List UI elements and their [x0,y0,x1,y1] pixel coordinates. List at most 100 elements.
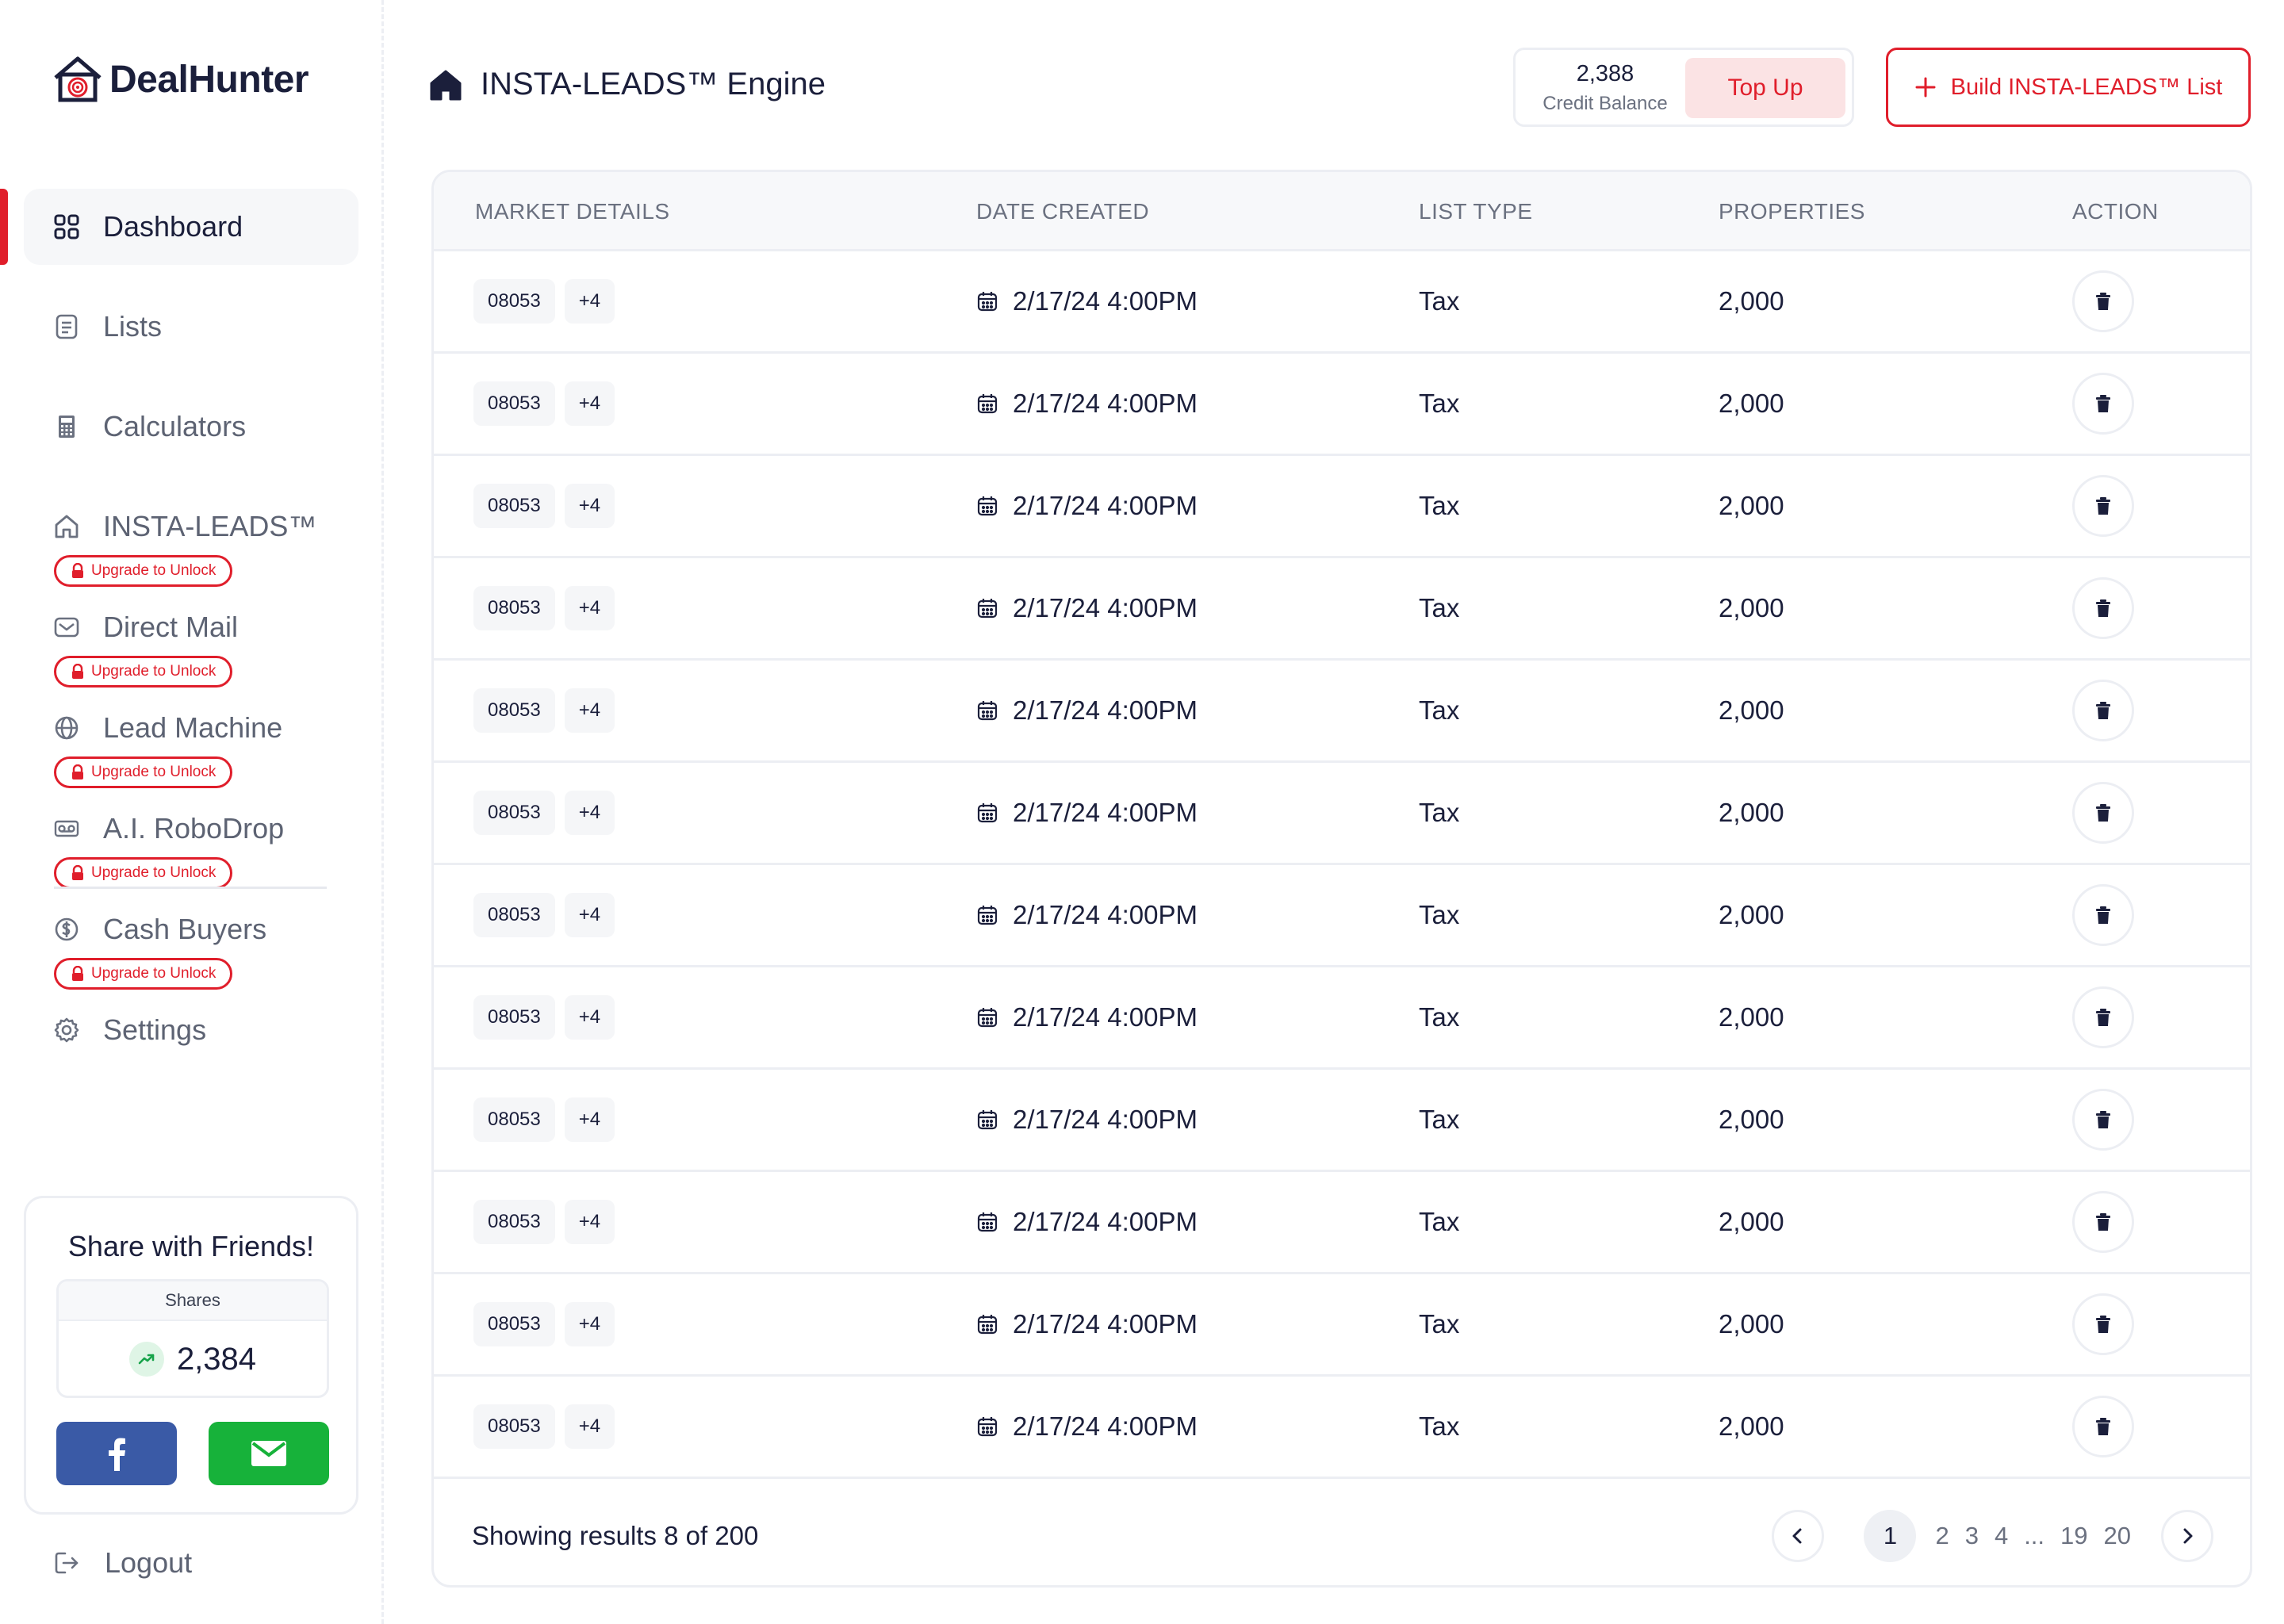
delete-button[interactable] [2072,1293,2134,1355]
upgrade-to-unlock-badge[interactable]: Upgrade to Unlock [54,555,233,587]
share-facebook-button[interactable] [56,1422,177,1485]
zip-chip[interactable]: 08053 [473,1302,555,1346]
page-20-button[interactable]: 20 [2096,1522,2139,1550]
zip-chip[interactable]: 08053 [473,381,555,426]
delete-button[interactable] [2072,986,2134,1048]
delete-button[interactable] [2072,1089,2134,1151]
list-type-cell: Tax [1419,1105,1460,1134]
more-zips-chip[interactable]: +4 [564,381,615,426]
table-row[interactable]: 08053 +4 2/17/24 4:00PM Tax 2,000 [434,661,2250,763]
sidebar-item-ai-robodrop[interactable]: A.I. RoboDrop [24,791,358,867]
sidebar-item-label: INSTA-LEADS™ [103,510,317,542]
more-zips-chip[interactable]: +4 [564,688,615,733]
column-header-properties[interactable]: PROPERTIES [1719,172,1865,251]
page-2-button[interactable]: 2 [1927,1522,1956,1550]
more-zips-chip[interactable]: +4 [564,484,615,528]
page-1-button[interactable]: 1 [1864,1510,1917,1562]
table-row[interactable]: 08053 +4 2/17/24 4:00PM Tax 2,000 [434,967,2250,1070]
date-created-text: 2/17/24 4:00PM [1013,695,1198,725]
sidebar-item-lists[interactable]: Lists [24,289,358,365]
upgrade-to-unlock-badge[interactable]: Upgrade to Unlock [54,958,233,990]
upgrade-to-unlock-badge[interactable]: Upgrade to Unlock [54,656,233,688]
table-row[interactable]: 08053 +4 2/17/24 4:00PM Tax 2,000 [434,763,2250,865]
table-row[interactable]: 08053 +4 2/17/24 4:00PM Tax 2,000 [434,1070,2250,1172]
trash-icon [2096,1111,2110,1128]
sidebar: DealHunter Dashboard Lists Calculators I… [0,0,384,1624]
more-zips-chip[interactable]: +4 [564,586,615,630]
zip-chip[interactable]: 08053 [473,1200,555,1244]
zip-chip[interactable]: 08053 [473,484,555,528]
action-cell [2072,967,2134,1067]
list-type-cell: Tax [1419,798,1460,827]
action-cell [2072,865,2134,965]
date-created-cell: 2/17/24 4:00PM [976,251,1198,351]
more-zips-chip[interactable]: +4 [564,1097,615,1142]
more-zips-chip[interactable]: +4 [564,1404,615,1449]
sidebar-item-dashboard[interactable]: Dashboard [24,189,358,265]
share-with-friends-card: Share with Friends! Shares 2,384 [24,1196,358,1515]
table-row[interactable]: 08053 +4 2/17/24 4:00PM Tax 2,000 [434,251,2250,354]
table-row[interactable]: 08053 +4 2/17/24 4:00PM Tax 2,000 [434,354,2250,456]
more-zips-chip[interactable]: +4 [564,1302,615,1346]
sidebar-item-cash-buyers[interactable]: Cash Buyers [24,891,358,967]
market-details-cell: 08053 +4 [473,661,615,760]
zip-chip[interactable]: 08053 [473,586,555,630]
delete-button[interactable] [2072,1191,2134,1253]
market-details-cell: 08053 +4 [473,1172,615,1272]
table-row[interactable]: 08053 +4 2/17/24 4:00PM Tax 2,000 [434,1172,2250,1274]
delete-button[interactable] [2072,782,2134,844]
zip-chip[interactable]: 08053 [473,893,555,937]
zip-chip[interactable]: 08053 [473,279,555,324]
delete-button[interactable] [2072,577,2134,639]
table-row[interactable]: 08053 +4 2/17/24 4:00PM Tax 2,000 [434,1274,2250,1377]
delete-button[interactable] [2072,373,2134,435]
table-row[interactable]: 08053 +4 2/17/24 4:00PM Tax 2,000 [434,865,2250,967]
sidebar-item-insta-leads[interactable]: INSTA-LEADS™ [24,488,358,565]
table-row[interactable]: 08053 +4 2/17/24 4:00PM Tax 2,000 [434,1377,2250,1479]
sidebar-item-calculators[interactable]: Calculators [24,389,358,465]
upgrade-to-unlock-badge[interactable]: Upgrade to Unlock [54,857,233,889]
page-19-button[interactable]: 19 [2052,1522,2095,1550]
sidebar-item-lead-machine[interactable]: Lead Machine [24,690,358,766]
more-zips-chip[interactable]: +4 [564,791,615,835]
more-zips-chip[interactable]: +4 [564,893,615,937]
table-row[interactable]: 08053 +4 2/17/24 4:00PM Tax 2,000 [434,558,2250,661]
top-up-button[interactable]: Top Up [1685,58,1845,118]
action-cell [2072,558,2134,658]
zip-chip[interactable]: 08053 [473,791,555,835]
column-header-date-created[interactable]: DATE CREATED [976,172,1149,251]
delete-button[interactable] [2072,270,2134,332]
properties-cell: 2,000 [1719,389,1784,418]
mail-icon [54,617,79,638]
logout-button[interactable]: Logout [52,1546,192,1580]
zip-chip[interactable]: 08053 [473,1404,555,1449]
zip-chip[interactable]: 08053 [473,1097,555,1142]
sidebar-item-settings[interactable]: Settings [24,992,358,1068]
page-3-button[interactable]: 3 [1957,1522,1987,1550]
more-zips-chip[interactable]: +4 [564,279,615,324]
brand-logo[interactable]: DealHunter [49,51,309,108]
upgrade-to-unlock-badge[interactable]: Upgrade to Unlock [54,756,233,788]
delete-button[interactable] [2072,1396,2134,1457]
share-email-button[interactable] [209,1422,329,1485]
previous-page-button[interactable] [1772,1510,1825,1562]
date-created-text: 2/17/24 4:00PM [1013,798,1198,827]
action-cell [2072,1172,2134,1272]
table-row[interactable]: 08053 +4 2/17/24 4:00PM Tax 2,000 [434,456,2250,558]
sidebar-item-direct-mail[interactable]: Direct Mail [24,589,358,665]
more-zips-chip[interactable]: +4 [564,995,615,1040]
page-4-button[interactable]: 4 [1987,1522,2016,1550]
trash-icon [2096,804,2110,822]
next-page-button[interactable] [2161,1510,2213,1562]
zip-chip[interactable]: 08053 [473,688,555,733]
column-header-market-details[interactable]: MARKET DETAILS [475,172,670,251]
delete-button[interactable] [2072,884,2134,946]
delete-button[interactable] [2072,475,2134,537]
zip-chip[interactable]: 08053 [473,995,555,1040]
lock-icon [72,664,83,679]
delete-button[interactable] [2072,680,2134,741]
more-zips-chip[interactable]: +4 [564,1200,615,1244]
column-header-list-type[interactable]: LIST TYPE [1419,172,1533,251]
email-icon [251,1441,286,1466]
build-insta-leads-list-button[interactable]: Build INSTA-LEADS™ List [1886,48,2251,127]
